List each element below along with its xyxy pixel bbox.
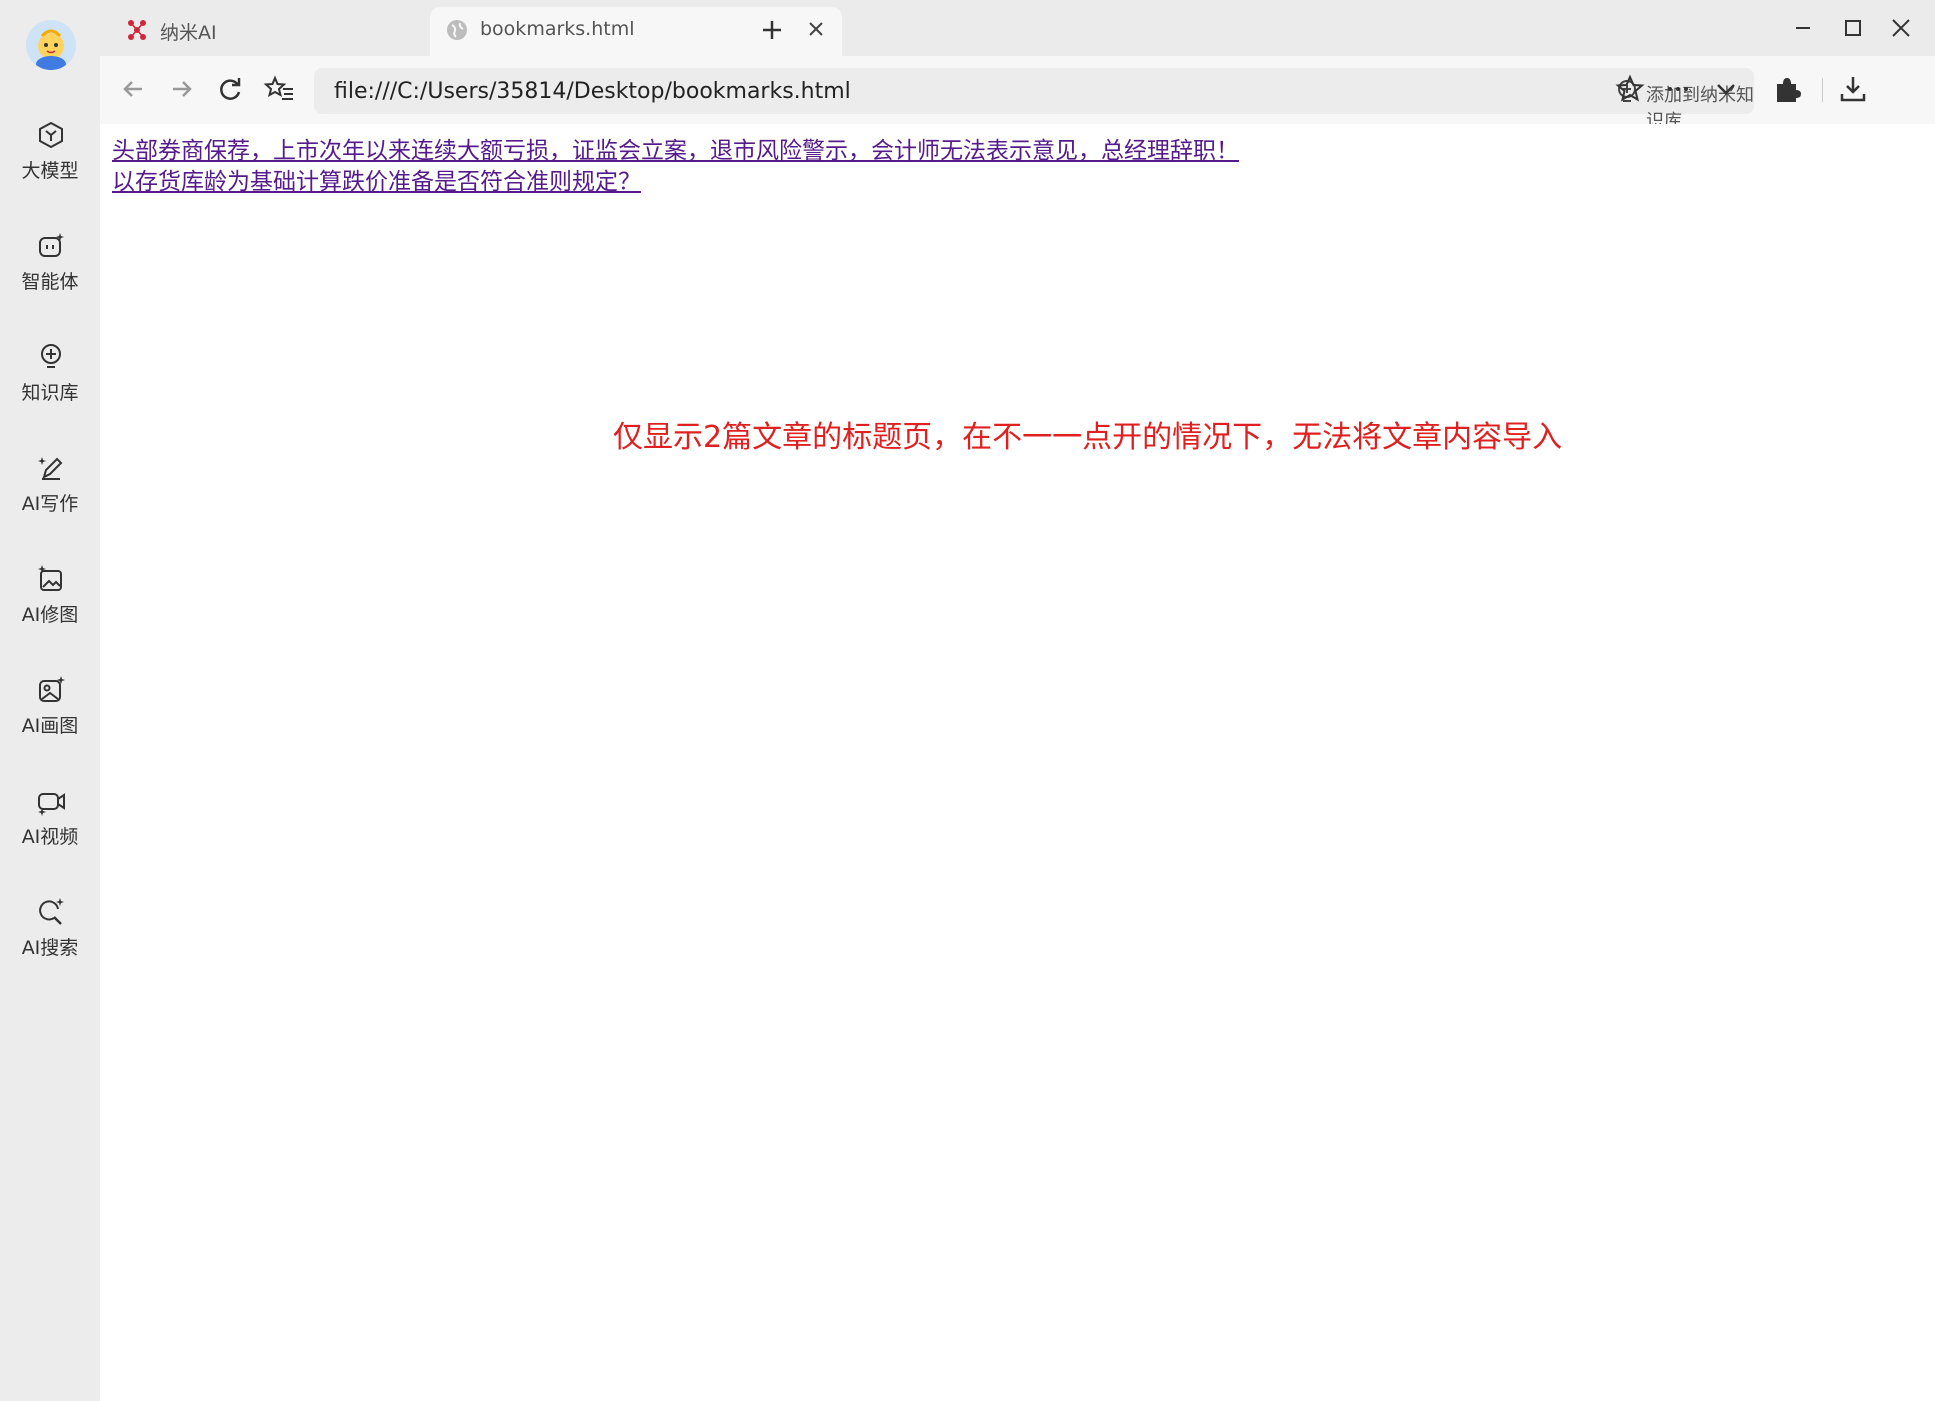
globe-icon	[447, 20, 467, 40]
sidebar-item-ai-search[interactable]: AI搜索	[0, 889, 100, 979]
close-window-icon[interactable]	[1885, 12, 1917, 44]
tab-nami-ai[interactable]: 纳米AI	[110, 7, 430, 56]
sidebar-item-label: AI画图	[21, 715, 79, 737]
back-arrow-icon[interactable]	[116, 72, 150, 106]
sidebar-item-label: AI写作	[21, 493, 79, 515]
sidebar-item-model[interactable]: 大模型	[0, 112, 100, 202]
video-icon	[38, 793, 65, 816]
tab-bar: 纳米AI bookmarks.html	[100, 0, 1935, 56]
address-bar[interactable]: file:///C:/Users/35814/Desktop/bookmarks…	[314, 68, 1754, 132]
tab-title: bookmarks.html	[480, 18, 635, 40]
agent-face-icon	[39, 233, 64, 257]
sidebar-item-label: AI搜索	[21, 937, 79, 959]
sidebar-item-ai-draw[interactable]: AI画图	[0, 667, 100, 757]
hexagon-model-icon	[39, 121, 63, 149]
sidebar-item-ai-retouch[interactable]: AI修图	[0, 556, 100, 646]
bookmark-links: 头部券商保荐，上市次年以来连续大额亏损，证监会立案，退市风险警示，会计师无法表示…	[112, 136, 1239, 198]
download-icon[interactable]	[1836, 72, 1870, 106]
tab-title: 纳米AI	[160, 22, 217, 44]
image-edit-icon	[38, 565, 62, 591]
new-tab-plus-icon[interactable]	[756, 14, 788, 46]
chevron-down-icon[interactable]	[1709, 72, 1743, 106]
image-draw-icon	[39, 676, 65, 702]
lightbulb-icon	[41, 344, 61, 368]
sidebar-item-ai-video[interactable]: AI视频	[0, 778, 100, 868]
sidebar-item-knowledge[interactable]: 知识库	[0, 334, 100, 424]
left-sidebar: 大模型 智能体 知识库 AI写作 AI修图 AI画图 AI视频 AI搜索	[0, 0, 100, 1401]
sidebar-item-label: 知识库	[21, 382, 79, 404]
extensions-puzzle-icon[interactable]	[1770, 72, 1804, 106]
more-options-icon[interactable]	[1661, 72, 1695, 106]
maximize-icon[interactable]	[1837, 12, 1869, 44]
sidebar-item-ai-write[interactable]: AI写作	[0, 445, 100, 535]
navigation-toolbar: file:///C:/Users/35814/Desktop/bookmarks…	[100, 56, 1935, 132]
sidebar-item-agent[interactable]: 智能体	[0, 223, 100, 313]
user-avatar[interactable]	[26, 20, 76, 70]
reload-icon[interactable]	[213, 72, 247, 106]
bookmark-link-2[interactable]: 以存货库龄为基础计算跌价准备是否符合准则规定？	[112, 167, 1239, 198]
sidebar-item-label: 大模型	[21, 160, 79, 182]
forward-arrow-icon[interactable]	[165, 72, 199, 106]
sidebar-item-label: AI修图	[21, 604, 79, 626]
minimize-icon[interactable]	[1787, 12, 1819, 44]
search-spark-icon	[39, 898, 64, 925]
pen-write-icon	[38, 457, 63, 480]
page-content: 头部券商保荐，上市次年以来连续大额亏损，证监会立案，退市风险警示，会计师无法表示…	[100, 124, 1935, 1401]
red-annotation-text: 仅显示2篇文章的标题页，在不一一点开的情况下，无法将文章内容导入	[613, 420, 1563, 455]
sidebar-item-label: 智能体	[21, 271, 79, 293]
star-bookmark-icon[interactable]	[1613, 72, 1647, 106]
favorites-list-icon[interactable]	[263, 72, 297, 106]
bookmark-link-1[interactable]: 头部券商保荐，上市次年以来连续大额亏损，证监会立案，退市风险警示，会计师无法表示…	[112, 136, 1239, 167]
nami-logo-icon	[128, 20, 146, 40]
close-tab-icon[interactable]	[804, 17, 828, 41]
url-text: file:///C:/Users/35814/Desktop/bookmarks…	[334, 79, 851, 104]
toolbar-divider	[1822, 78, 1823, 102]
sidebar-item-label: AI视频	[21, 826, 79, 848]
